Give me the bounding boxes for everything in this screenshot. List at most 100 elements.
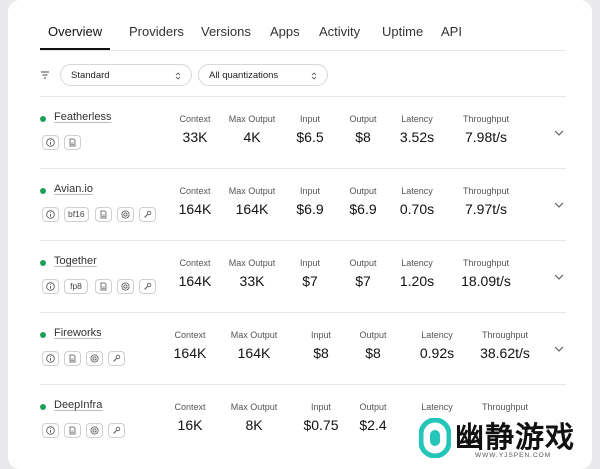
info-icon xyxy=(46,138,55,147)
info-badge[interactable] xyxy=(42,135,59,150)
watermark: 幽静游戏 WWW.YJSPEN.COM xyxy=(413,412,592,467)
provider-name-link[interactable]: Fireworks xyxy=(54,327,102,339)
tab-bar: Overview Providers Versions Apps Activity Upt… xyxy=(40,0,566,51)
document-icon xyxy=(69,426,76,435)
metric-label: Throughput xyxy=(481,330,529,340)
wrench-icon xyxy=(113,426,121,434)
sort-select-value: Standard xyxy=(71,70,110,81)
provider-name-link[interactable]: DeepInfra xyxy=(54,399,102,411)
info-icon xyxy=(46,354,55,363)
info-badge[interactable] xyxy=(42,423,59,438)
provider-name-link[interactable]: Avian.io xyxy=(54,183,93,195)
tab-uptime[interactable]: Uptime xyxy=(382,24,423,39)
metric-latency: Latency 0.70s xyxy=(377,186,457,217)
provider-row[interactable]: Fireworks Context 164K Max Output 164K Input $… xyxy=(40,313,566,385)
metric-value: 1.20s xyxy=(399,273,435,289)
metric-value: 18.09t/s xyxy=(461,273,511,289)
metric-label: Throughput xyxy=(462,186,510,196)
quantization-badge[interactable]: fp8 xyxy=(64,279,88,294)
metric-label: Throughput xyxy=(481,402,529,412)
active-tab-indicator xyxy=(40,48,110,50)
status-dot xyxy=(40,116,46,122)
document-badge[interactable] xyxy=(64,351,81,366)
info-icon xyxy=(46,210,55,219)
settings-icon xyxy=(121,282,130,291)
metric-label: Latency xyxy=(401,258,433,268)
chevron-up-down-icon xyxy=(175,72,181,80)
document-badge[interactable] xyxy=(95,279,112,294)
chevron-down-icon[interactable] xyxy=(553,273,565,281)
metric-label: Throughput xyxy=(462,258,510,268)
provider-row[interactable]: Featherless Context 33K Max Output 4K Input $6… xyxy=(40,97,566,169)
wrench-badge[interactable] xyxy=(139,279,156,294)
wrench-icon xyxy=(144,282,152,290)
chevron-up-down-icon xyxy=(311,72,317,80)
sort-select[interactable]: Standard xyxy=(60,64,192,86)
metric-latency: Latency 3.52s xyxy=(377,114,457,145)
metric-latency: Latency 1.20s xyxy=(377,258,457,289)
model-providers-panel: Overview Providers Versions Apps Activity Upt… xyxy=(8,0,592,469)
settings-badge[interactable] xyxy=(117,279,134,294)
quantization-select[interactable]: All quantizations xyxy=(198,64,328,86)
settings-badge[interactable] xyxy=(117,207,134,222)
tab-overview[interactable]: Overview xyxy=(48,24,102,39)
provider-row[interactable]: Avian.io bf16 Context 164K Max Output 164K Inp… xyxy=(40,169,566,241)
chevron-down-icon[interactable] xyxy=(553,129,565,137)
wrench-icon xyxy=(113,354,121,362)
watermark-logo-icon xyxy=(419,418,451,458)
filter-row: Standard All quantizations xyxy=(40,64,566,88)
settings-badge[interactable] xyxy=(86,351,103,366)
metric-throughput: Throughput 7.98t/s xyxy=(446,114,526,145)
wrench-badge[interactable] xyxy=(108,351,125,366)
status-dot xyxy=(40,260,46,266)
tab-versions[interactable]: Versions xyxy=(201,24,251,39)
chevron-down-icon[interactable] xyxy=(553,345,565,353)
metric-throughput: Throughput 38.62t/s xyxy=(465,330,545,361)
quantization-badge[interactable]: bf16 xyxy=(64,207,89,222)
tab-activity[interactable]: Activity xyxy=(319,24,360,39)
info-badge[interactable] xyxy=(42,279,59,294)
status-dot xyxy=(40,188,46,194)
metric-label: Latency xyxy=(401,186,433,196)
metric-value: 38.62t/s xyxy=(480,345,530,361)
quantization-select-value: All quantizations xyxy=(209,70,279,81)
info-badge[interactable] xyxy=(42,351,59,366)
metric-value: 0.70s xyxy=(399,201,435,217)
wrench-badge[interactable] xyxy=(139,207,156,222)
document-badge[interactable] xyxy=(64,135,81,150)
settings-icon xyxy=(90,426,99,435)
info-icon xyxy=(46,426,55,435)
document-icon xyxy=(100,210,107,219)
document-icon xyxy=(100,282,107,291)
tab-api[interactable]: API xyxy=(441,24,462,39)
document-icon xyxy=(69,138,76,147)
document-badge[interactable] xyxy=(95,207,112,222)
settings-badge[interactable] xyxy=(86,423,103,438)
metric-label: Latency xyxy=(401,114,433,124)
provider-name-link[interactable]: Featherless xyxy=(54,111,111,123)
document-badge[interactable] xyxy=(64,423,81,438)
wrench-icon xyxy=(144,210,152,218)
status-dot xyxy=(40,404,46,410)
info-badge[interactable] xyxy=(42,207,59,222)
chevron-down-icon[interactable] xyxy=(553,201,565,209)
metric-label: Throughput xyxy=(462,114,510,124)
document-icon xyxy=(69,354,76,363)
filter-icon[interactable] xyxy=(40,70,50,80)
metric-throughput: Throughput 7.97t/s xyxy=(446,186,526,217)
metric-throughput: Throughput 18.09t/s xyxy=(446,258,526,289)
settings-icon xyxy=(121,210,130,219)
wrench-badge[interactable] xyxy=(108,423,125,438)
info-icon xyxy=(46,282,55,291)
provider-row[interactable]: Together fp8 Context 164K Max Output 33K Input… xyxy=(40,241,566,313)
settings-icon xyxy=(90,354,99,363)
tab-providers[interactable]: Providers xyxy=(129,24,184,39)
status-dot xyxy=(40,332,46,338)
metric-value: $2.4 xyxy=(359,417,387,433)
watermark-text: 幽静游戏 xyxy=(455,422,576,454)
tab-apps[interactable]: Apps xyxy=(270,24,300,39)
provider-name-link[interactable]: Together xyxy=(54,255,97,267)
metric-value: 7.98t/s xyxy=(464,129,508,145)
watermark-url: WWW.YJSPEN.COM xyxy=(475,452,552,459)
metric-value: 3.52s xyxy=(399,129,435,145)
